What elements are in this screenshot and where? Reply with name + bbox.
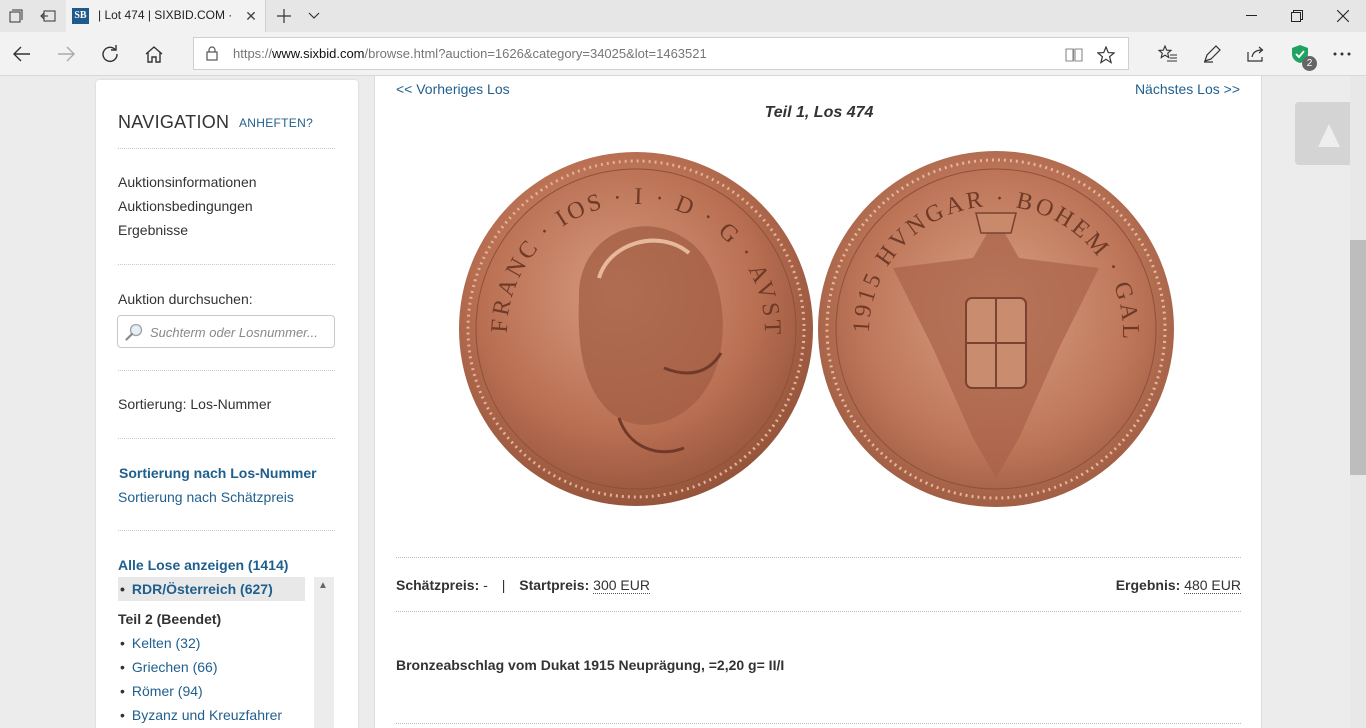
search-icon xyxy=(125,323,143,346)
web-note-icon[interactable] xyxy=(1196,38,1228,70)
search-field[interactable] xyxy=(117,315,335,348)
all-lots-link[interactable]: Alle Lose anzeigen (1414) xyxy=(118,557,288,573)
result-label: Ergebnis: xyxy=(1115,577,1181,593)
pin-sidebar-link[interactable]: ANHEFTEN? xyxy=(239,116,313,130)
price-row: Schätzpreis: - | Startpreis: 300 EUR Erg… xyxy=(396,577,1241,594)
lot-title: Teil 1, Los 474 xyxy=(764,104,874,121)
page-scrollbar-thumb[interactable] xyxy=(1350,240,1366,475)
tab-title: | Lot 474 | SIXBID.COM · xyxy=(98,8,233,22)
set-tabs-aside-icon[interactable] xyxy=(32,0,64,32)
divider xyxy=(118,370,335,371)
link-auction-terms[interactable]: Auktionsbedingungen xyxy=(118,198,253,214)
category-item[interactable]: • Kelten (32) xyxy=(120,635,200,651)
favorites-hub-icon[interactable] xyxy=(1152,38,1184,70)
category-item-active[interactable]: • RDR/Österreich (627) xyxy=(120,581,273,597)
browser-toolbar: https://www.sixbid.com/browse.html?aucti… xyxy=(0,32,1366,76)
tab-close-icon[interactable]: ✕ xyxy=(242,7,260,25)
more-menu-icon[interactable] xyxy=(1326,38,1358,70)
site-favicon-icon: SB xyxy=(72,8,89,24)
divider xyxy=(118,530,335,531)
url-text[interactable]: https://www.sixbid.com/browse.html?aucti… xyxy=(233,46,707,61)
home-icon[interactable] xyxy=(138,38,170,70)
forward-icon[interactable] xyxy=(50,38,82,70)
minimize-icon[interactable] xyxy=(1228,0,1274,32)
link-auction-info[interactable]: Auktionsinformationen xyxy=(118,174,257,190)
tab-actions-icon[interactable] xyxy=(0,0,32,32)
navigation-heading: NAVIGATION xyxy=(118,112,230,132)
category-label: Römer (94) xyxy=(131,683,203,699)
reading-view-icon[interactable] xyxy=(1063,44,1085,66)
sort-current-label: Sortierung: Los-Nummer xyxy=(118,396,272,412)
navigation-sidebar: NAVIGATION ANHEFTEN? Auktionsinformation… xyxy=(96,80,358,728)
extension-badge: 2 xyxy=(1302,56,1317,71)
coin-obverse: FRANC · IOS · I · D · G · AVSTRIAE IMPER… xyxy=(459,148,813,506)
divider xyxy=(396,611,1241,612)
share-icon[interactable] xyxy=(1240,38,1272,70)
next-lot-link[interactable]: Nächstes Los >> xyxy=(1135,81,1240,97)
search-input[interactable] xyxy=(150,323,328,341)
category-label: RDR/Österreich (627) xyxy=(131,581,273,597)
divider xyxy=(118,148,335,149)
start-price-label: Startpreis: xyxy=(519,577,590,593)
divider xyxy=(396,723,1241,724)
start-price-value[interactable]: 300 EUR xyxy=(593,577,650,594)
category-label: Byzanz und Kreuzfahrer xyxy=(131,707,283,723)
sort-by-lot-link[interactable]: Sortierung nach Los-Nummer xyxy=(119,465,317,481)
close-window-icon[interactable] xyxy=(1320,0,1366,32)
sort-by-estimate-link[interactable]: Sortierung nach Schätzpreis xyxy=(118,489,294,505)
lot-detail-panel: << Vorheriges Los Nächstes Los >> Teil 1… xyxy=(374,76,1262,728)
price-separator: | xyxy=(501,577,506,593)
estimate-label: Schätzpreis: xyxy=(396,577,480,593)
result-group: Ergebnis: 480 EUR xyxy=(1115,577,1241,594)
link-results[interactable]: Ergebnisse xyxy=(118,222,188,238)
address-bar[interactable]: https://www.sixbid.com/browse.html?aucti… xyxy=(193,37,1129,70)
category-item[interactable]: • Römer (94) xyxy=(120,683,203,699)
tab-active[interactable]: SB | Lot 474 | SIXBID.COM · ✕ xyxy=(66,0,266,32)
favorite-star-icon[interactable] xyxy=(1095,44,1117,66)
part2-heading: Teil 2 (Beendet) xyxy=(118,611,222,627)
category-label: Griechen (66) xyxy=(131,659,218,675)
category-label: Kelten (32) xyxy=(131,635,201,651)
lot-description: Bronzeabschlag vom Dukat 1915 Neuprägung… xyxy=(396,657,785,673)
result-value[interactable]: 480 EUR xyxy=(1184,577,1241,594)
scroll-up-icon[interactable]: ▲ xyxy=(318,580,328,591)
category-tree-scrollbar[interactable]: ▲ xyxy=(314,577,334,728)
tab-bar: SB | Lot 474 | SIXBID.COM · ✕ xyxy=(0,0,1366,32)
search-label: Auktion durchsuchen: xyxy=(118,291,253,307)
tab-preview-chevron-icon[interactable] xyxy=(298,0,330,32)
lock-icon[interactable] xyxy=(206,46,218,66)
new-tab-icon[interactable] xyxy=(268,0,300,32)
back-icon[interactable] xyxy=(6,38,38,70)
previous-lot-link[interactable]: << Vorheriges Los xyxy=(396,81,510,97)
divider xyxy=(118,438,335,439)
divider xyxy=(396,557,1241,558)
refresh-icon[interactable] xyxy=(94,38,126,70)
category-item[interactable]: • Byzanz und Kreuzfahrer xyxy=(120,707,282,723)
category-item[interactable]: • Griechen (66) xyxy=(120,659,218,675)
back-to-top-button[interactable] xyxy=(1295,102,1350,165)
coin-image[interactable]: FRANC · IOS · I · D · G · AVSTRIAE IMPER… xyxy=(459,148,1179,510)
restore-icon[interactable] xyxy=(1274,0,1320,32)
estimate-value: - xyxy=(483,577,488,593)
divider xyxy=(118,264,335,265)
